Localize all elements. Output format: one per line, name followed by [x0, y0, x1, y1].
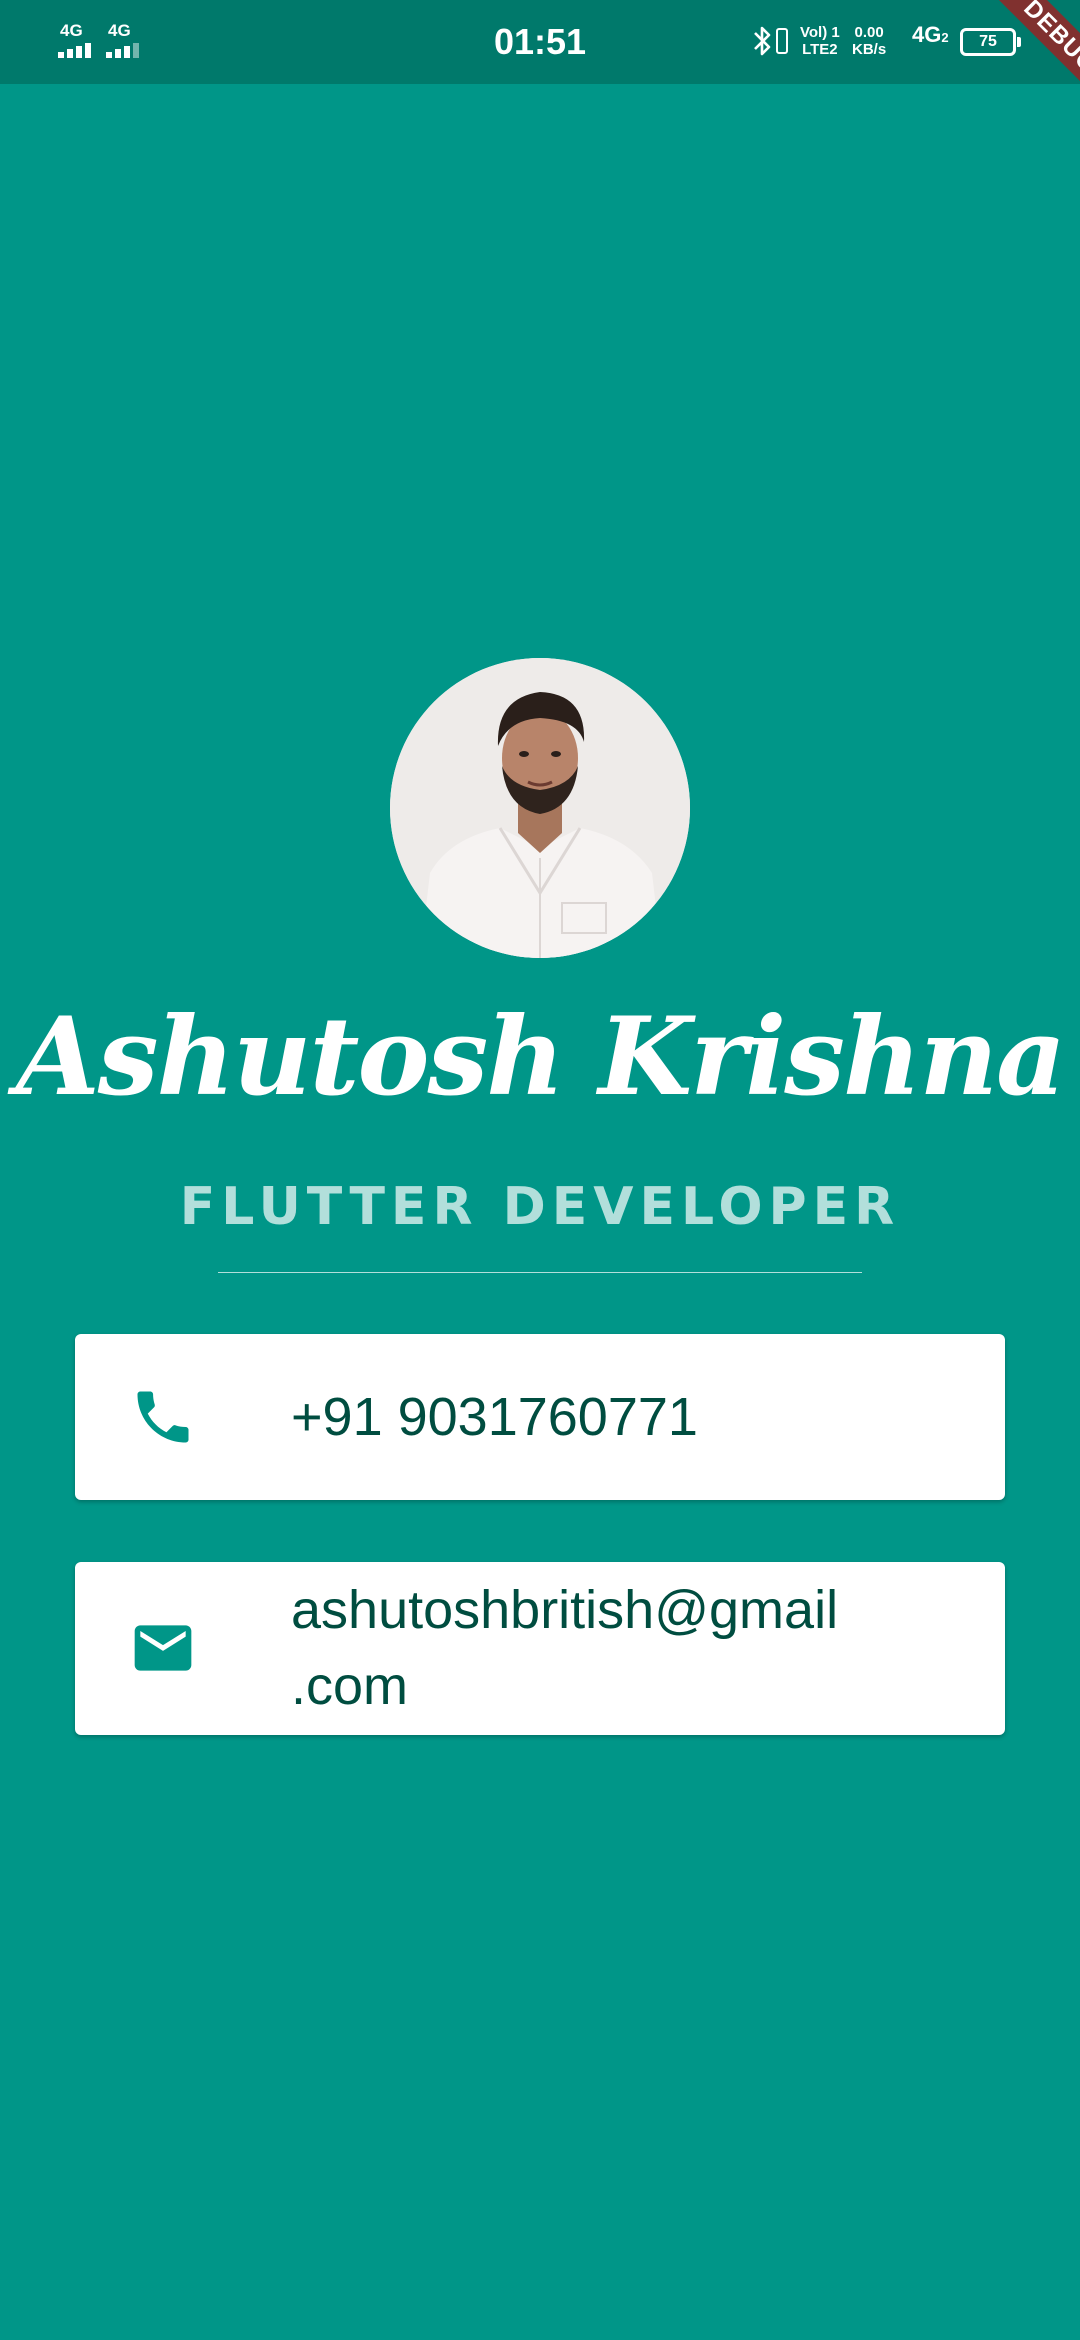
profile-title: FLUTTER DEVELOPER [179, 1177, 901, 1237]
phone-icon [137, 1391, 189, 1443]
status-clock: 01:51 [493, 21, 587, 62]
phone-number: +91 9031760771 [291, 1387, 698, 1447]
business-card-screen: 4G 4G 01:51 Vol) 1 LTE2 0.00 KB/s 4G2 75… [0, 0, 1080, 2340]
bluetooth-icon [754, 26, 771, 56]
speed-value: 0.00 [854, 24, 884, 41]
network-type-2: 4G [108, 21, 131, 40]
phone-card[interactable]: +91 9031760771 [75, 1334, 1005, 1500]
network-type-3-sub: 2 [941, 30, 949, 45]
network-type-3-label: 4G [912, 22, 942, 47]
vibrate-phone-icon [776, 28, 788, 54]
network-type-3: 4G2 [912, 22, 949, 48]
profile-photo [390, 658, 690, 958]
avatar [390, 658, 690, 958]
battery-level: 75 [979, 33, 997, 50]
signal-2-icon: 4G [106, 22, 146, 62]
profile-name: Ashutosh Krishna [15, 994, 1066, 1120]
email-address: ashutoshbritish@gmail .com [291, 1580, 839, 1716]
volte-top: Vol) 1 [800, 24, 840, 41]
volte-bottom: LTE2 [802, 41, 838, 58]
battery-icon: 75 [960, 28, 1021, 56]
mail-icon [134, 1625, 192, 1671]
volte-indicator: Vol) 1 LTE2 [800, 24, 840, 58]
network-speed: 0.00 KB/s [852, 24, 886, 58]
divider [218, 1272, 862, 1273]
network-type-1: 4G [60, 21, 83, 40]
status-bar: 4G 4G 01:51 Vol) 1 LTE2 0.00 KB/s 4G2 75 [0, 0, 1080, 84]
speed-unit: KB/s [852, 41, 887, 58]
signal-1-icon: 4G [58, 22, 98, 62]
email-card[interactable]: ashutoshbritish@gmail .com [75, 1562, 1005, 1735]
